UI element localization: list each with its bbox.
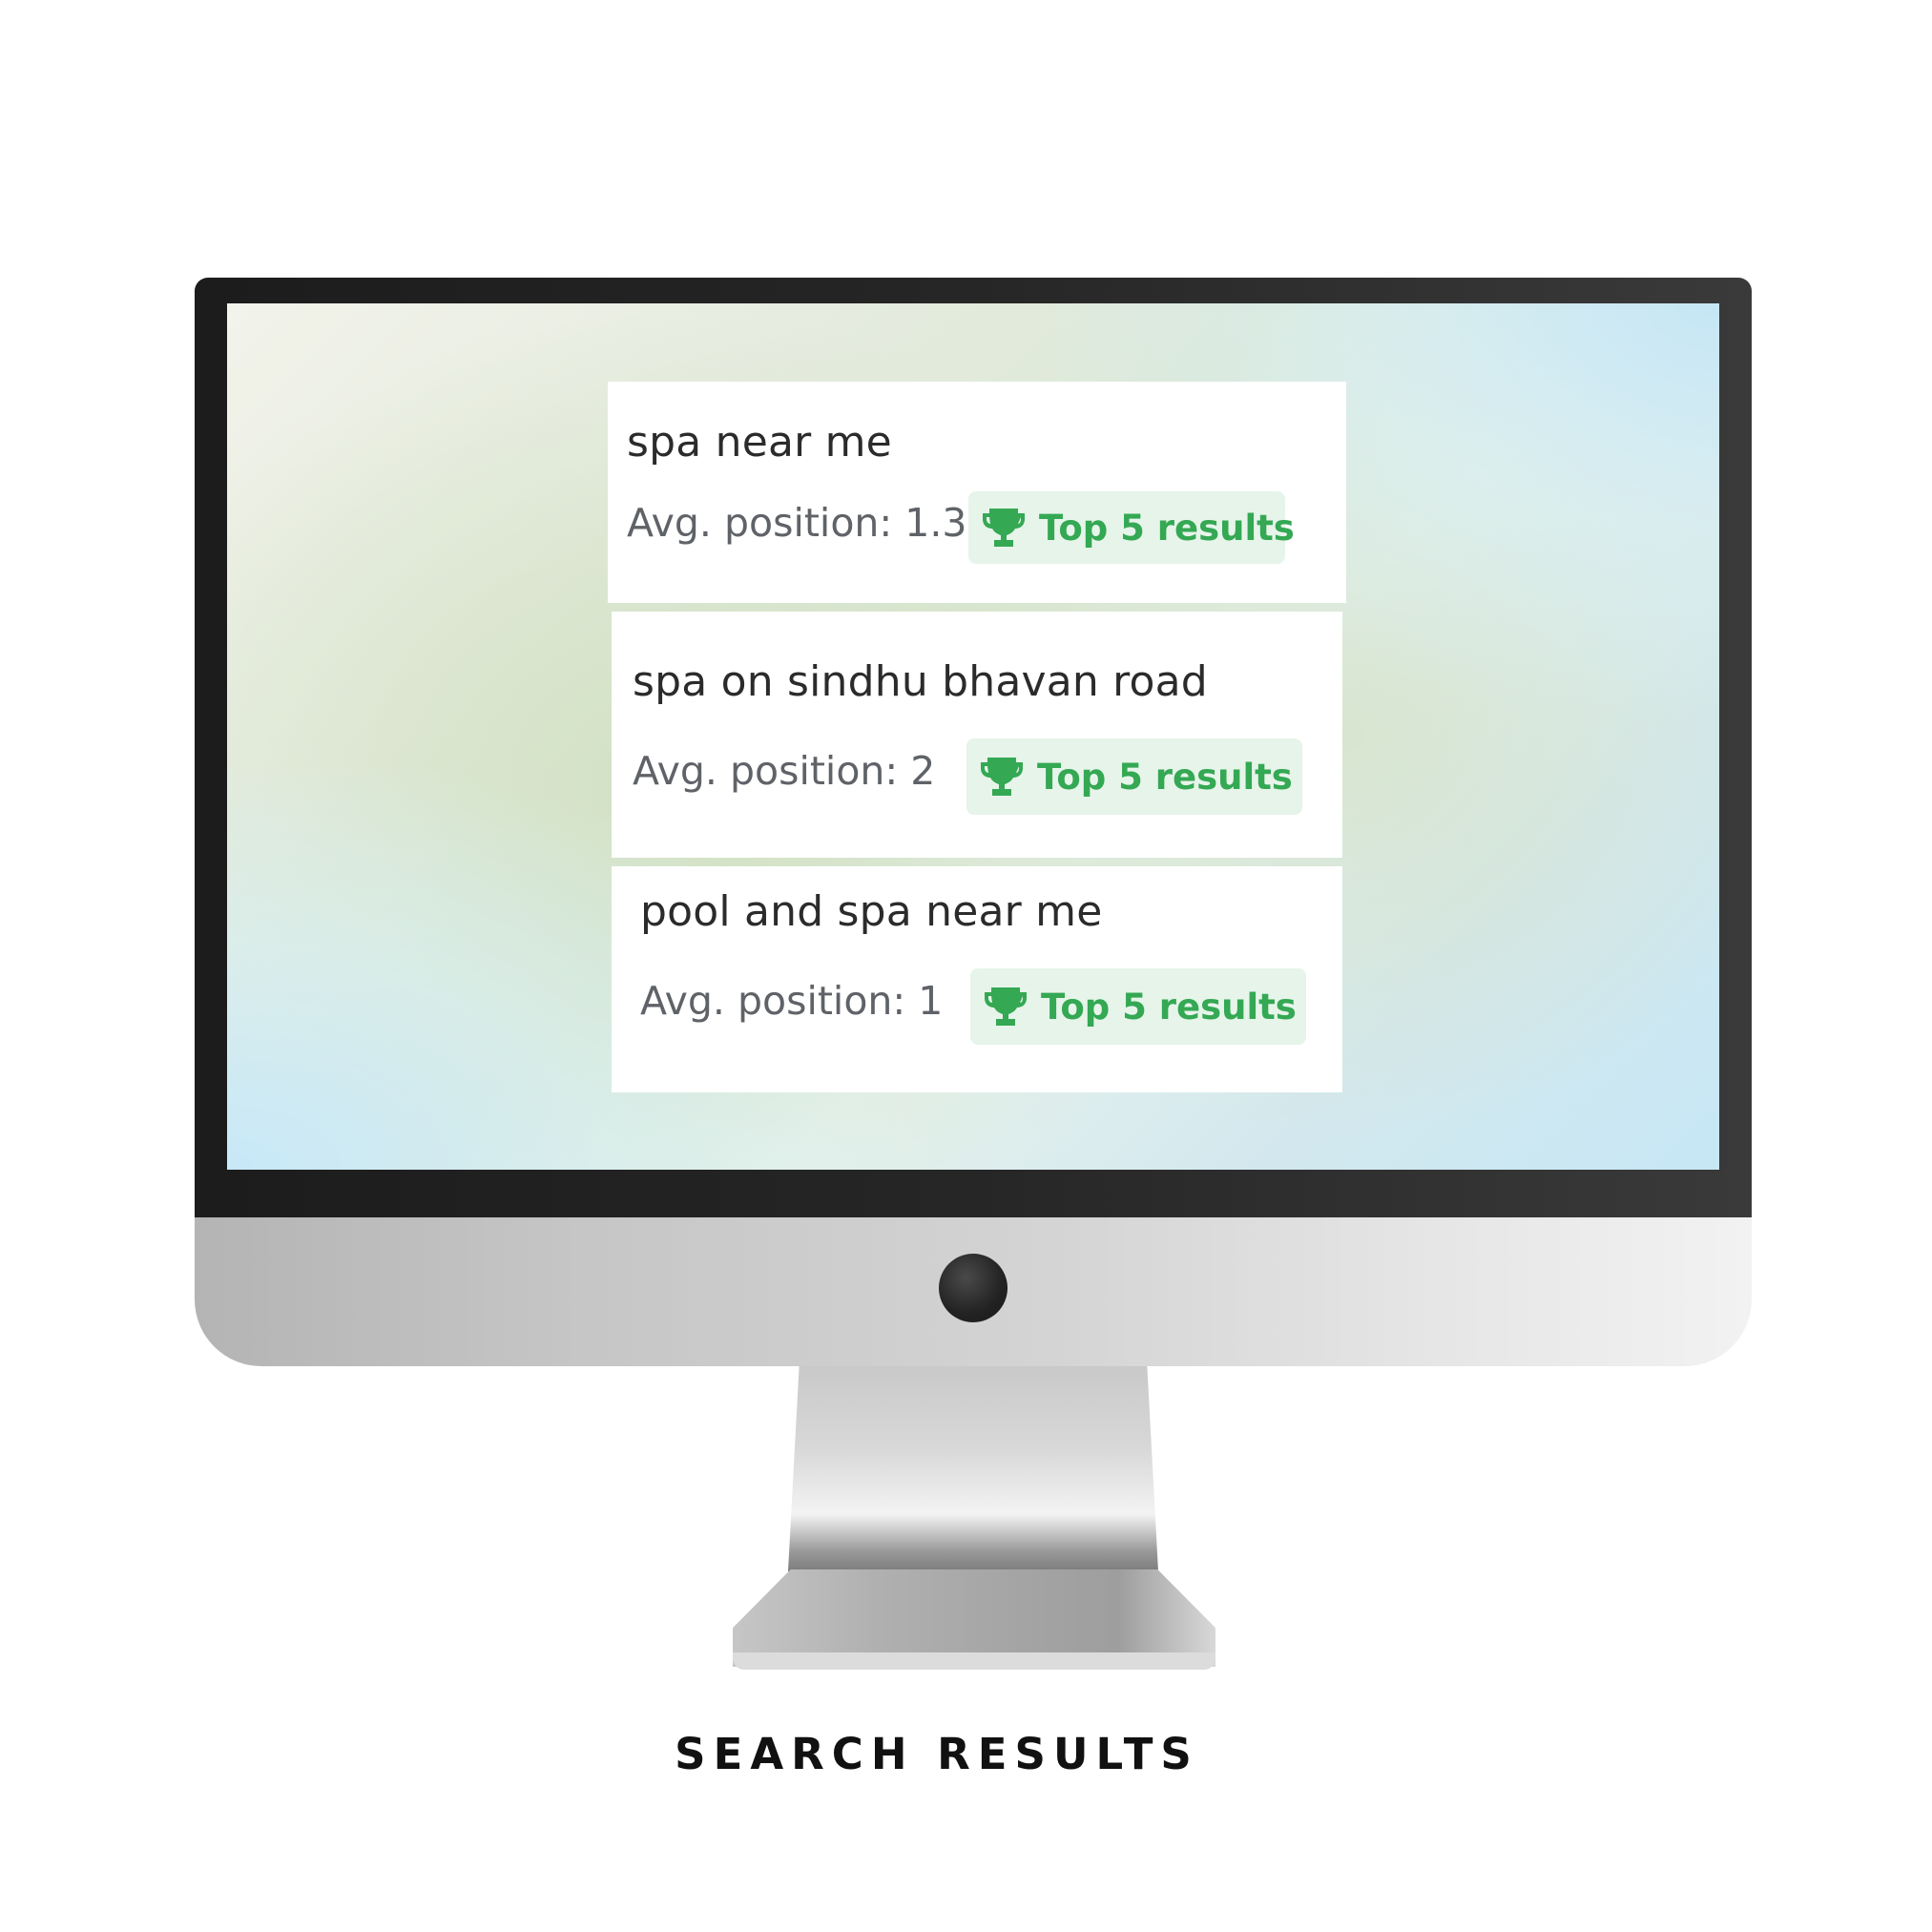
monitor-bezel: spa near me Avg. position: 1.3 Top 5 res… (195, 278, 1752, 1217)
caption: SEARCH RESULTS (675, 1729, 1199, 1779)
page: spa near me Avg. position: 1.3 Top 5 res… (0, 0, 1932, 1932)
result-card[interactable]: pool and spa near me Avg. position: 1 To… (612, 866, 1342, 1092)
query-text: spa on sindhu bhavan road (633, 657, 1208, 706)
avg-position: Avg. position: 2 (633, 748, 936, 794)
avg-position: Avg. position: 1.3 (627, 500, 967, 546)
trophy-icon (981, 758, 1023, 796)
badge-label: Top 5 results (1037, 756, 1293, 798)
top-results-badge: Top 5 results (966, 738, 1302, 815)
result-card[interactable]: spa near me Avg. position: 1.3 Top 5 res… (608, 382, 1346, 603)
trophy-icon (983, 509, 1025, 547)
results-list: spa near me Avg. position: 1.3 Top 5 res… (227, 303, 1719, 1170)
query-text: spa near me (627, 418, 892, 467)
result-card[interactable]: spa on sindhu bhavan road Avg. position:… (612, 612, 1342, 858)
monitor-chin (195, 1217, 1752, 1366)
trophy-icon (985, 987, 1027, 1026)
camera-icon (939, 1254, 1008, 1322)
top-results-badge: Top 5 results (968, 491, 1295, 564)
badge-label: Top 5 results (1041, 986, 1297, 1028)
monitor-stand-neck (788, 1366, 1158, 1571)
monitor-screen: spa near me Avg. position: 1.3 Top 5 res… (227, 303, 1719, 1170)
badge-label: Top 5 results (1039, 507, 1295, 549)
monitor-stand-base-lip (733, 1652, 1215, 1670)
query-text: pool and spa near me (640, 887, 1103, 936)
top-results-badge: Top 5 results (970, 968, 1306, 1045)
avg-position: Avg. position: 1 (640, 978, 944, 1024)
